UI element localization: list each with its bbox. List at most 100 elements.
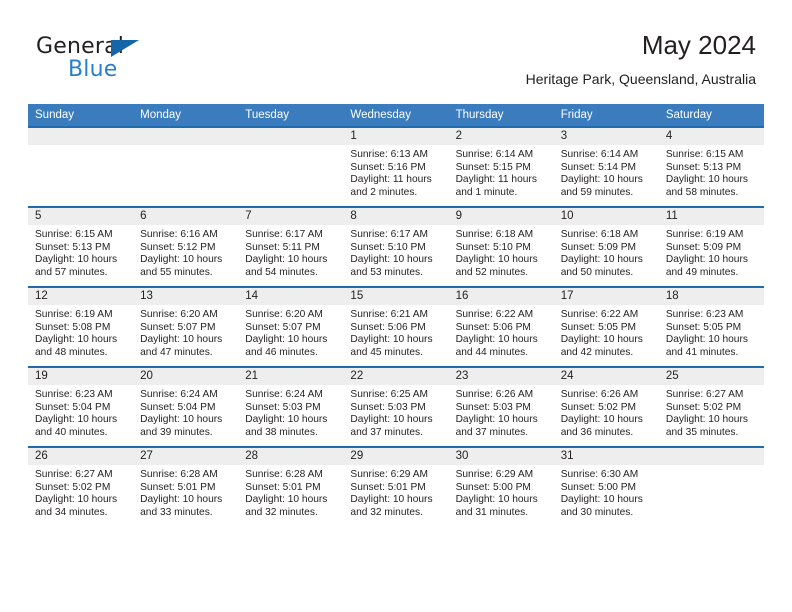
day-details: Sunrise: 6:25 AM Sunset: 5:03 PM Daylight:…	[343, 385, 448, 439]
sunrise-text: Sunrise: 6:30 AM	[560, 469, 639, 480]
calendar-day-cell[interactable]: 10 Sunrise: 6:18 AM Sunset: 5:09 PM Dayligh…	[553, 206, 659, 287]
calendar-day-cell[interactable]: 22 Sunrise: 6:25 AM Sunset: 5:03 PM Dayligh…	[343, 366, 449, 447]
sunset-text: Sunset: 5:13 PM	[35, 241, 111, 253]
day-number: 10	[553, 208, 659, 225]
weekday-header-tuesday: Tuesday	[238, 104, 344, 127]
sunrise-text: Sunrise: 6:16 AM	[140, 229, 218, 240]
day-number: 27	[133, 448, 239, 465]
day-number: 28	[238, 448, 344, 465]
calendar-day-cell[interactable]: 16 Sunrise: 6:22 AM Sunset: 5:06 PM Dayligh…	[448, 286, 554, 367]
day-number: 22	[343, 368, 449, 385]
page-subtitle: Heritage Park, Queensland, Australia	[525, 71, 756, 87]
weekday-header-monday: Monday	[133, 104, 239, 127]
daylight-text: Daylight: 10 hours and 37 minutes.	[350, 414, 433, 438]
weekday-header-thursday: Thursday	[448, 104, 554, 127]
day-number: 12	[28, 288, 134, 305]
sunrise-text: Sunrise: 6:28 AM	[140, 469, 218, 480]
logo-triangle-icon	[111, 40, 139, 57]
calendar-day-cell[interactable]: 30 Sunrise: 6:29 AM Sunset: 5:00 PM Dayligh…	[448, 446, 554, 526]
day-details: Sunrise: 6:14 AM Sunset: 5:14 PM Daylight:…	[554, 145, 659, 199]
daylight-text: Daylight: 10 hours and 46 minutes.	[245, 334, 328, 358]
sunrise-text: Sunrise: 6:21 AM	[350, 309, 429, 320]
sunset-text: Sunset: 5:02 PM	[560, 401, 637, 413]
day-number: 5	[28, 208, 134, 225]
day-details: Sunrise: 6:27 AM Sunset: 5:02 PM Daylight:…	[659, 385, 764, 439]
sunset-text: Sunset: 5:01 PM	[245, 481, 321, 493]
sunset-text: Sunset: 5:05 PM	[665, 321, 742, 333]
day-details: Sunrise: 6:19 AM Sunset: 5:09 PM Daylight:…	[659, 225, 764, 279]
calendar-day-cell[interactable]: 28 Sunrise: 6:28 AM Sunset: 5:01 PM Dayligh…	[238, 446, 344, 526]
day-number: 16	[448, 288, 554, 305]
calendar-day-cell[interactable]: 21 Sunrise: 6:24 AM Sunset: 5:03 PM Dayligh…	[238, 366, 344, 447]
calendar-day-cell[interactable]: 31 Sunrise: 6:30 AM Sunset: 5:00 PM Dayligh…	[553, 446, 659, 526]
calendar-day-cell[interactable]: 19 Sunrise: 6:23 AM Sunset: 5:04 PM Dayligh…	[28, 366, 134, 447]
sunset-text: Sunset: 5:10 PM	[350, 241, 426, 253]
sunset-text: Sunset: 5:04 PM	[140, 401, 216, 413]
daylight-text: Daylight: 10 hours and 40 minutes.	[35, 414, 118, 438]
calendar-day-cell[interactable]: 5 Sunrise: 6:15 AM Sunset: 5:13 PM Daylight…	[28, 206, 134, 287]
daylight-text: Daylight: 11 hours and 2 minutes.	[350, 174, 432, 198]
day-number: 29	[343, 448, 449, 465]
calendar-day-cell[interactable]: 27 Sunrise: 6:28 AM Sunset: 5:01 PM Dayligh…	[133, 446, 239, 526]
calendar-day-cell[interactable]: 23 Sunrise: 6:26 AM Sunset: 5:03 PM Dayligh…	[448, 366, 554, 447]
calendar-day-cell[interactable]: 13 Sunrise: 6:20 AM Sunset: 5:07 PM Dayligh…	[133, 286, 239, 367]
daylight-text: Daylight: 10 hours and 47 minutes.	[140, 334, 223, 358]
calendar-day-cell[interactable]: 15 Sunrise: 6:21 AM Sunset: 5:06 PM Dayligh…	[343, 286, 449, 367]
calendar-day-cell[interactable]: 2 Sunrise: 6:14 AM Sunset: 5:15 PM Daylight…	[448, 126, 554, 207]
weekday-header-wednesday: Wednesday	[343, 104, 449, 127]
day-number: 17	[553, 288, 659, 305]
calendar-day-cell-empty	[238, 126, 344, 207]
day-number: 4	[658, 128, 764, 145]
day-details: Sunrise: 6:28 AM Sunset: 5:01 PM Daylight:…	[238, 465, 343, 519]
calendar-day-cell[interactable]: 17 Sunrise: 6:22 AM Sunset: 5:05 PM Dayligh…	[553, 286, 659, 367]
logo-text-blue: Blue	[68, 57, 118, 82]
page-header: General Blue May 2024 Heritage Park, Que…	[28, 28, 764, 94]
sunrise-text: Sunrise: 6:23 AM	[665, 309, 744, 320]
day-number	[658, 448, 764, 465]
calendar-day-cell-empty	[133, 126, 239, 207]
calendar-day-cell[interactable]: 7 Sunrise: 6:17 AM Sunset: 5:11 PM Daylight…	[238, 206, 344, 287]
calendar-day-cell[interactable]: 9 Sunrise: 6:18 AM Sunset: 5:10 PM Daylight…	[448, 206, 554, 287]
calendar-header-row: Sunday Monday Tuesday Wednesday Thursday…	[28, 104, 764, 127]
day-number: 26	[28, 448, 134, 465]
sunrise-text: Sunrise: 6:20 AM	[140, 309, 218, 320]
calendar-day-cell[interactable]: 14 Sunrise: 6:20 AM Sunset: 5:07 PM Dayligh…	[238, 286, 344, 367]
calendar-week-row: 5 Sunrise: 6:15 AM Sunset: 5:13 PM Daylight…	[28, 206, 764, 287]
sunrise-text: Sunrise: 6:28 AM	[245, 469, 323, 480]
calendar-day-cell[interactable]: 24 Sunrise: 6:26 AM Sunset: 5:02 PM Dayligh…	[553, 366, 659, 447]
day-number: 3	[553, 128, 659, 145]
calendar-page: General Blue May 2024 Heritage Park, Que…	[0, 0, 792, 612]
daylight-text: Daylight: 10 hours and 58 minutes.	[665, 174, 748, 198]
calendar-day-cell[interactable]: 1 Sunrise: 6:13 AM Sunset: 5:16 PM Daylight…	[343, 126, 449, 207]
sunrise-text: Sunrise: 6:29 AM	[455, 469, 534, 480]
calendar-day-cell[interactable]: 4 Sunrise: 6:15 AM Sunset: 5:13 PM Daylight…	[658, 126, 764, 207]
calendar-day-cell[interactable]: 20 Sunrise: 6:24 AM Sunset: 5:04 PM Dayligh…	[133, 366, 239, 447]
calendar-day-cell[interactable]: 11 Sunrise: 6:19 AM Sunset: 5:09 PM Dayligh…	[658, 206, 764, 287]
day-number: 20	[133, 368, 239, 385]
day-details: Sunrise: 6:15 AM Sunset: 5:13 PM Daylight:…	[659, 145, 764, 199]
calendar-day-cell[interactable]: 3 Sunrise: 6:14 AM Sunset: 5:14 PM Daylight…	[553, 126, 659, 207]
sunset-text: Sunset: 5:03 PM	[350, 401, 426, 413]
calendar-day-cell[interactable]: 12 Sunrise: 6:19 AM Sunset: 5:08 PM Dayligh…	[28, 286, 134, 367]
day-details: Sunrise: 6:15 AM Sunset: 5:13 PM Daylight:…	[28, 225, 133, 279]
daylight-text: Daylight: 10 hours and 38 minutes.	[245, 414, 328, 438]
daylight-text: Daylight: 10 hours and 32 minutes.	[350, 494, 433, 518]
sunset-text: Sunset: 5:03 PM	[455, 401, 531, 413]
calendar-day-cell[interactable]: 8 Sunrise: 6:17 AM Sunset: 5:10 PM Daylight…	[343, 206, 449, 287]
daylight-text: Daylight: 10 hours and 53 minutes.	[350, 254, 433, 278]
daylight-text: Daylight: 10 hours and 42 minutes.	[560, 334, 643, 358]
sunrise-text: Sunrise: 6:24 AM	[140, 389, 218, 400]
sunset-text: Sunset: 5:01 PM	[350, 481, 426, 493]
calendar-day-cell[interactable]: 18 Sunrise: 6:23 AM Sunset: 5:05 PM Dayligh…	[658, 286, 764, 367]
daylight-text: Daylight: 10 hours and 50 minutes.	[560, 254, 643, 278]
calendar-day-cell[interactable]: 6 Sunrise: 6:16 AM Sunset: 5:12 PM Daylight…	[133, 206, 239, 287]
calendar-day-cell[interactable]: 25 Sunrise: 6:27 AM Sunset: 5:02 PM Dayligh…	[658, 366, 764, 447]
day-details: Sunrise: 6:18 AM Sunset: 5:10 PM Daylight:…	[449, 225, 554, 279]
daylight-text: Daylight: 10 hours and 57 minutes.	[35, 254, 118, 278]
calendar-day-cell[interactable]: 29 Sunrise: 6:29 AM Sunset: 5:01 PM Dayligh…	[343, 446, 449, 526]
sunset-text: Sunset: 5:10 PM	[455, 241, 531, 253]
sunset-text: Sunset: 5:16 PM	[350, 161, 426, 173]
calendar-day-cell[interactable]: 26 Sunrise: 6:27 AM Sunset: 5:02 PM Dayligh…	[28, 446, 134, 526]
day-number: 18	[658, 288, 764, 305]
calendar-week-row: 1 Sunrise: 6:13 AM Sunset: 5:16 PM Daylight…	[28, 126, 764, 207]
